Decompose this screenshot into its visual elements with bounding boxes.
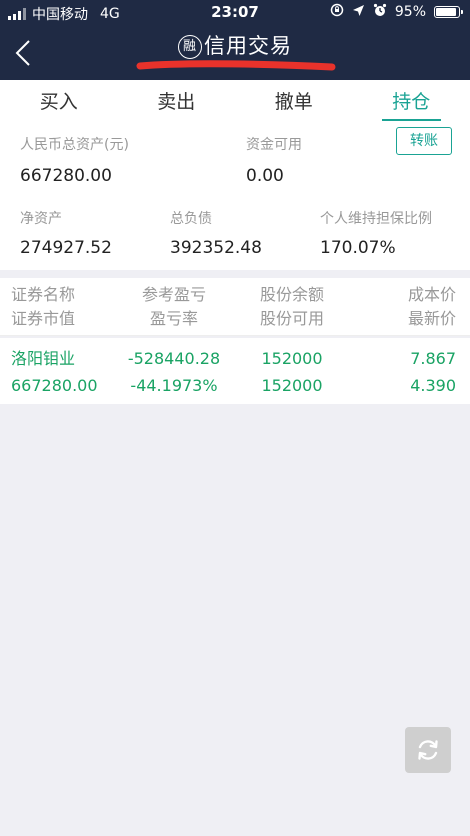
tab-positions[interactable]: 持仓 <box>353 80 470 124</box>
redaction-mark <box>136 60 336 71</box>
maintenance-ratio-value: 170.07% <box>320 238 396 258</box>
battery-icon <box>434 6 463 18</box>
latest-price: 4.390 <box>410 376 456 395</box>
available-funds-value: 0.00 <box>246 166 284 186</box>
rotation-lock-icon <box>330 3 344 21</box>
header-pnl: 参考盈亏 <box>141 285 206 304</box>
header-shares-available: 股份可用 <box>259 309 324 328</box>
total-liabilities-value: 392352.48 <box>170 238 262 258</box>
page-title: 融信用交易 <box>0 30 470 60</box>
shares-available: 152000 <box>261 376 323 395</box>
header-market-value: 证券市值 <box>11 309 76 328</box>
table-row[interactable]: 洛阳钼业 667280.00 -528440.28 -44.1973% 1520… <box>0 338 470 404</box>
location-icon <box>352 4 365 21</box>
header-pnl-rate: 盈亏率 <box>149 309 198 328</box>
total-assets-label: 人民币总资产(元) <box>20 137 129 153</box>
alarm-icon <box>373 3 387 21</box>
header-security-name: 证券名称 <box>11 285 76 304</box>
cost-price: 7.867 <box>410 349 456 368</box>
page-title-text: 信用交易 <box>204 34 292 58</box>
net-assets-label: 净资产 <box>20 211 62 227</box>
refresh-icon <box>418 740 438 760</box>
tab-cancel[interactable]: 撤单 <box>235 80 353 124</box>
tab-buy[interactable]: 买入 <box>0 80 118 124</box>
share-balance: 152000 <box>261 349 323 368</box>
status-bar: 中国移动 4G 23:07 95% <box>0 0 470 26</box>
pnl-rate: -44.1973% <box>130 376 218 395</box>
trade-tabs: 买入 卖出 撤单 持仓 <box>0 80 470 124</box>
battery-percent: 95% <box>394 4 426 20</box>
app-header: 中国移动 4G 23:07 95% 融信用交易 <box>0 0 470 80</box>
available-funds-label: 资金可用 <box>246 137 302 153</box>
tab-sell[interactable]: 卖出 <box>118 80 236 124</box>
transfer-button[interactable]: 转账 <box>396 127 452 155</box>
reference-pnl: -528440.28 <box>127 349 221 368</box>
holdings-header: 证券名称 证券市值 参考盈亏 盈亏率 股份余额 股份可用 成本价 最新价 <box>0 278 470 336</box>
total-liabilities-label: 总负债 <box>170 211 212 227</box>
security-market-value: 667280.00 <box>11 376 98 395</box>
margin-badge: 融 <box>178 35 202 59</box>
maintenance-ratio-label: 个人维持担保比例 <box>320 211 432 227</box>
refresh-button[interactable] <box>405 727 451 773</box>
header-cost-price: 成本价 <box>407 285 456 304</box>
header-latest-price: 最新价 <box>407 309 456 328</box>
security-name: 洛阳钼业 <box>11 349 76 368</box>
header-share-balance: 股份余额 <box>259 285 324 304</box>
total-assets-value: 667280.00 <box>20 166 112 186</box>
net-assets-value: 274927.52 <box>20 238 112 258</box>
